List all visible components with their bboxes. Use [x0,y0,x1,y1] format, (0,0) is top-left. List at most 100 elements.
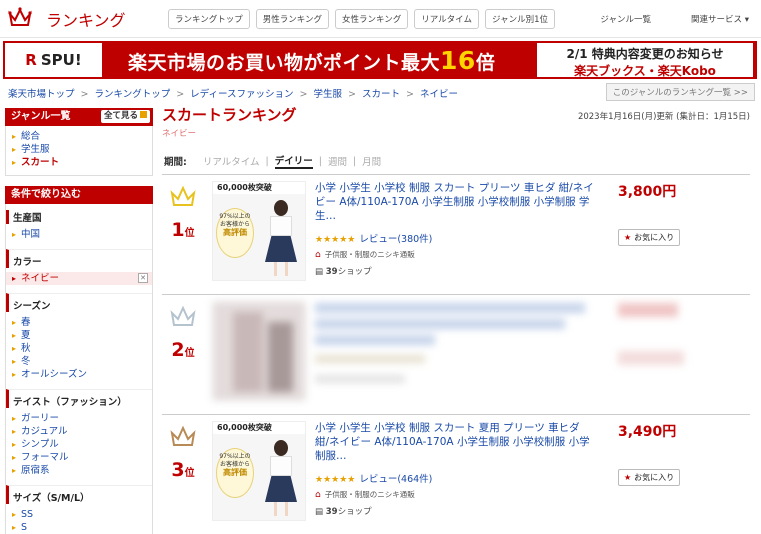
tab-separator: | [318,155,322,167]
filter-header: 条件で絞り込む [5,186,153,204]
crumb-separator: > [348,89,356,100]
filter-option-ss[interactable]: SS [12,508,152,521]
filter-option-china[interactable]: 中国 [12,228,152,241]
see-all-label: 全て見る [103,111,138,121]
shop-count-value: 39 [325,267,338,277]
tab-daily[interactable]: デイリー [274,153,313,169]
product-price: 3,800円 [618,184,677,200]
rank-suffix: 位 [184,468,195,479]
badge-bottom: 高評価 [223,468,247,477]
ranking-logo[interactable]: ランキング [8,6,168,31]
badge-bottom: 高評価 [223,228,247,237]
badge-top: 97%以上の [219,453,251,460]
rating-stars: ★★★★★ [315,235,356,245]
promo-banner[interactable]: R SPU! 楽天市場のお買い物がポイント最大16倍 2/1 特典内容変更のお知ら… [3,41,757,79]
product-image[interactable]: 60,000枚突破 97%以上の お客様から 高評価 [212,421,306,521]
shop-count-value: 39 [325,507,338,517]
star-icon: ★ [624,233,632,242]
related-services-label: 関連サービス [691,15,743,25]
crumb-rakuten-top[interactable]: 楽天市場トップ [8,89,75,100]
shop-link[interactable]: 子供服・制服のニシキ通販 [325,490,415,499]
ranking-item-2: 2位 [162,295,750,415]
tab-separator: | [265,155,269,167]
genre-list-link[interactable]: ジャンル一覧 [600,13,651,25]
badge-mid: お客様から [219,221,250,228]
product-title-link[interactable]: 小学 小学生 小学校 制服 スカート 夏用 プリーツ 車ヒダ 紺/ネイビー A体… [315,421,597,463]
nav-realtime[interactable]: リアルタイム [414,8,479,29]
filter-option-s[interactable]: S [12,521,152,534]
related-services-menu[interactable]: 関連サービス ▾ [691,13,749,25]
nav-genre-first[interactable]: ジャンル別1位 [485,8,555,29]
rank-badge: 3位 [168,425,198,484]
review-link[interactable]: レビュー(464件) [359,474,432,485]
review-badge: 97%以上の お客様から 高評価 [216,448,254,498]
filter-option-navy[interactable]: ネイビー [12,272,152,285]
shop-count-suffix: ショップ [337,507,372,517]
badge-mid: お客様から [219,461,250,468]
tab-realtime[interactable]: リアルタイム [203,154,260,168]
filter-section-producer: 生産国 [6,210,152,224]
crumb-ranking-top[interactable]: ランキングトップ [94,89,170,100]
genre-link-skirt[interactable]: スカート [12,156,152,169]
genre-link-school-uniform[interactable]: 学生服 [12,143,152,156]
period-tabs: 期間: リアルタイム | デイリー | 週間 | 月間 [162,153,754,169]
shop-link[interactable]: 子供服・制服のニシキ通販 [325,250,415,259]
notice-line2: 楽天ブックス・楽天Kobo [574,64,716,78]
filter-option-simple[interactable]: シンプル [12,438,152,451]
shop-count[interactable]: ▤ 39ショップ [315,265,372,277]
filter-option-winter[interactable]: 冬 [12,355,152,368]
tab-weekly[interactable]: 週間 [328,154,347,168]
filter-option-girly[interactable]: ガーリー [12,412,152,425]
banner-big-number: 16 [440,45,476,75]
product-image-blurred[interactable] [212,301,306,401]
genre-link-overall[interactable]: 総合 [12,130,152,143]
rank-number: 3位 [168,460,198,484]
favorite-label: お気に入り [634,473,675,482]
crumb-separator: > [176,89,185,100]
tab-monthly[interactable]: 月間 [362,154,381,168]
filter-section-season: シーズン [6,293,152,312]
filter-option-all-season[interactable]: オールシーズン [12,368,152,381]
plus-icon [140,111,147,118]
model-figure [263,440,299,518]
remove-filter-icon[interactable]: ✕ [138,273,148,283]
filter-panel: 生産国 中国 カラー ネイビー ✕ シーズン 春 夏 秋 冬 オールシーズン テ… [5,204,153,534]
shop-count[interactable]: ▤ 39ショップ [315,505,372,517]
sidebar: ジャンル一覧 全て見る 総合 学生服 スカート 条件で絞り込む 生産国 中国 カ… [5,108,153,534]
filter-section-size: サイズ（S/M/L） [6,485,152,504]
crown-silver-icon [170,305,196,330]
crumb-school-uniform[interactable]: 学生服 [314,89,343,100]
filter-option-formal[interactable]: フォーマル [12,451,152,464]
chevron-down-icon: ▾ [744,15,749,25]
rating-row: ★★★★★ レビュー(380件) [315,231,432,245]
genre-ranking-list-button[interactable]: このジャンルのランキング一覧 >> [605,83,755,101]
rank-value: 1 [171,219,185,241]
crumb-navy[interactable]: ネイビー [420,89,458,100]
favorite-button[interactable]: ★ お気に入り [618,469,681,486]
banner-headline: 楽天市場のお買い物がポイント最大16倍 [128,46,495,75]
filter-option-harajuku[interactable]: 原宿系 [12,464,152,477]
nav-women-ranking[interactable]: 女性ランキング [335,8,409,29]
banner-notice[interactable]: 2/1 特典内容変更のお知らせ 楽天ブックス・楽天Kobo [537,43,753,78]
filter-option-casual[interactable]: カジュアル [12,425,152,438]
nav-men-ranking[interactable]: 男性ランキング [255,8,329,29]
see-all-button[interactable]: 全て見る [100,110,150,123]
spu-text: SPU! [40,51,82,69]
nav-ranking-top[interactable]: ランキングトップ [168,8,250,29]
ranking-item-3: 3位 60,000枚突破 97%以上の お客様から 高評価 小学 小学生 小学校 制… [162,415,750,534]
crown-bronze-icon [170,425,196,450]
crumb-skirt[interactable]: スカート [362,89,400,100]
shop-icon: ⌂ [315,490,321,500]
period-label: 期間: [164,157,187,168]
review-badge: 97%以上の お客様から 高評価 [216,208,254,258]
shop-icon: ⌂ [315,250,321,260]
crumb-ladies-fashion[interactable]: レディースファッション [190,89,293,100]
logo-text: ランキング [46,10,126,30]
filter-option-summer[interactable]: 夏 [12,329,152,342]
review-link[interactable]: レビュー(380件) [359,234,432,245]
favorite-button[interactable]: ★ お気に入り [618,229,681,246]
product-image[interactable]: 60,000枚突破 97%以上の お客様から 高評価 [212,181,306,281]
product-title-link[interactable]: 小学 小学生 小学校 制服 スカート プリーツ 車ヒダ 紺/ネイビー A体/11… [315,181,597,223]
filter-option-autumn[interactable]: 秋 [12,342,152,355]
filter-option-spring[interactable]: 春 [12,316,152,329]
